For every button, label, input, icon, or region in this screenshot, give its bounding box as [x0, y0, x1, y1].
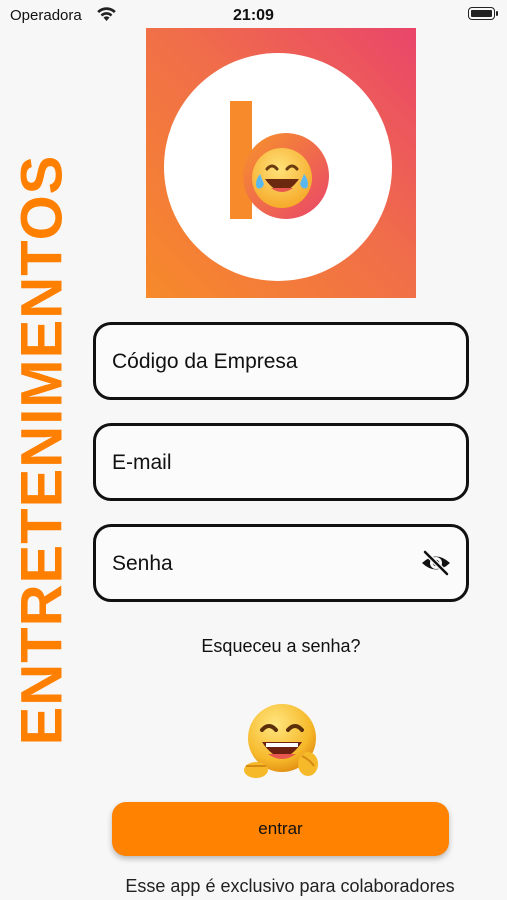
email-field[interactable] [93, 423, 469, 501]
company-code-input[interactable] [110, 325, 414, 399]
company-code-field[interactable] [93, 322, 469, 400]
eye-off-icon[interactable] [420, 549, 452, 577]
battery-level [471, 10, 492, 17]
email-input[interactable] [110, 426, 414, 500]
password-field[interactable] [93, 524, 469, 602]
brand-vertical-text: ENTRETENIMENTOS [9, 154, 75, 746]
status-bar: Operadora 21:09 [0, 0, 507, 30]
status-time: 21:09 [233, 7, 274, 24]
footer-disclaimer: Esse app é exclusivo para colaboradores [125, 876, 455, 896]
password-input[interactable] [110, 527, 414, 601]
forgot-password-link[interactable]: Esqueceu a senha? [93, 636, 469, 657]
app-logo [146, 28, 416, 298]
battery-icon [468, 7, 498, 20]
laughing-emoji-icon [244, 704, 318, 778]
login-button[interactable]: entrar [112, 802, 449, 856]
logo-b-emoji-icon [230, 101, 329, 219]
